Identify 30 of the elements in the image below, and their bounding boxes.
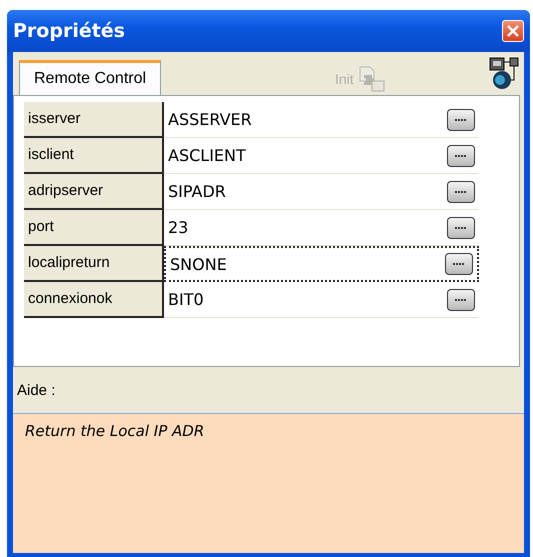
ellipsis-icon xyxy=(455,226,467,230)
property-value-field[interactable]: SIPADR xyxy=(164,174,479,210)
network-icon[interactable] xyxy=(488,56,520,90)
property-name: isclient xyxy=(24,138,164,174)
ellipsis-icon xyxy=(455,118,467,122)
close-button[interactable] xyxy=(502,20,524,42)
ellipsis-button[interactable] xyxy=(447,180,475,202)
property-name: connexionok xyxy=(24,282,164,318)
tab[interactable]: Remote Control xyxy=(19,60,162,95)
property-name: port xyxy=(24,210,164,246)
ellipsis-icon xyxy=(455,190,467,194)
window-title: Propriétés xyxy=(13,20,125,42)
property-name: adripserver xyxy=(24,174,164,210)
property-value-field[interactable]: 23 xyxy=(164,210,479,246)
ellipsis-icon xyxy=(455,154,467,158)
close-icon xyxy=(507,25,519,37)
ellipsis-button[interactable] xyxy=(447,288,475,310)
property-name: localipreturn xyxy=(24,246,164,282)
help-text: Return the Local IP ADR xyxy=(13,414,524,553)
ellipsis-button[interactable] xyxy=(447,108,475,130)
property-value-field[interactable]: BIT0 xyxy=(164,282,479,318)
property-value-field[interactable]: ASSERVER xyxy=(164,102,479,138)
ellipsis-icon xyxy=(453,263,465,266)
property-value-field[interactable]: ASCLIENT xyxy=(164,138,479,174)
property-name: isserver xyxy=(24,102,164,138)
ellipsis-button[interactable] xyxy=(447,144,475,166)
ellipsis-button[interactable] xyxy=(445,253,473,275)
ellipsis-icon xyxy=(455,298,467,302)
ellipsis-button[interactable] xyxy=(447,216,475,238)
property-value-field[interactable]: SNONE xyxy=(164,246,479,282)
